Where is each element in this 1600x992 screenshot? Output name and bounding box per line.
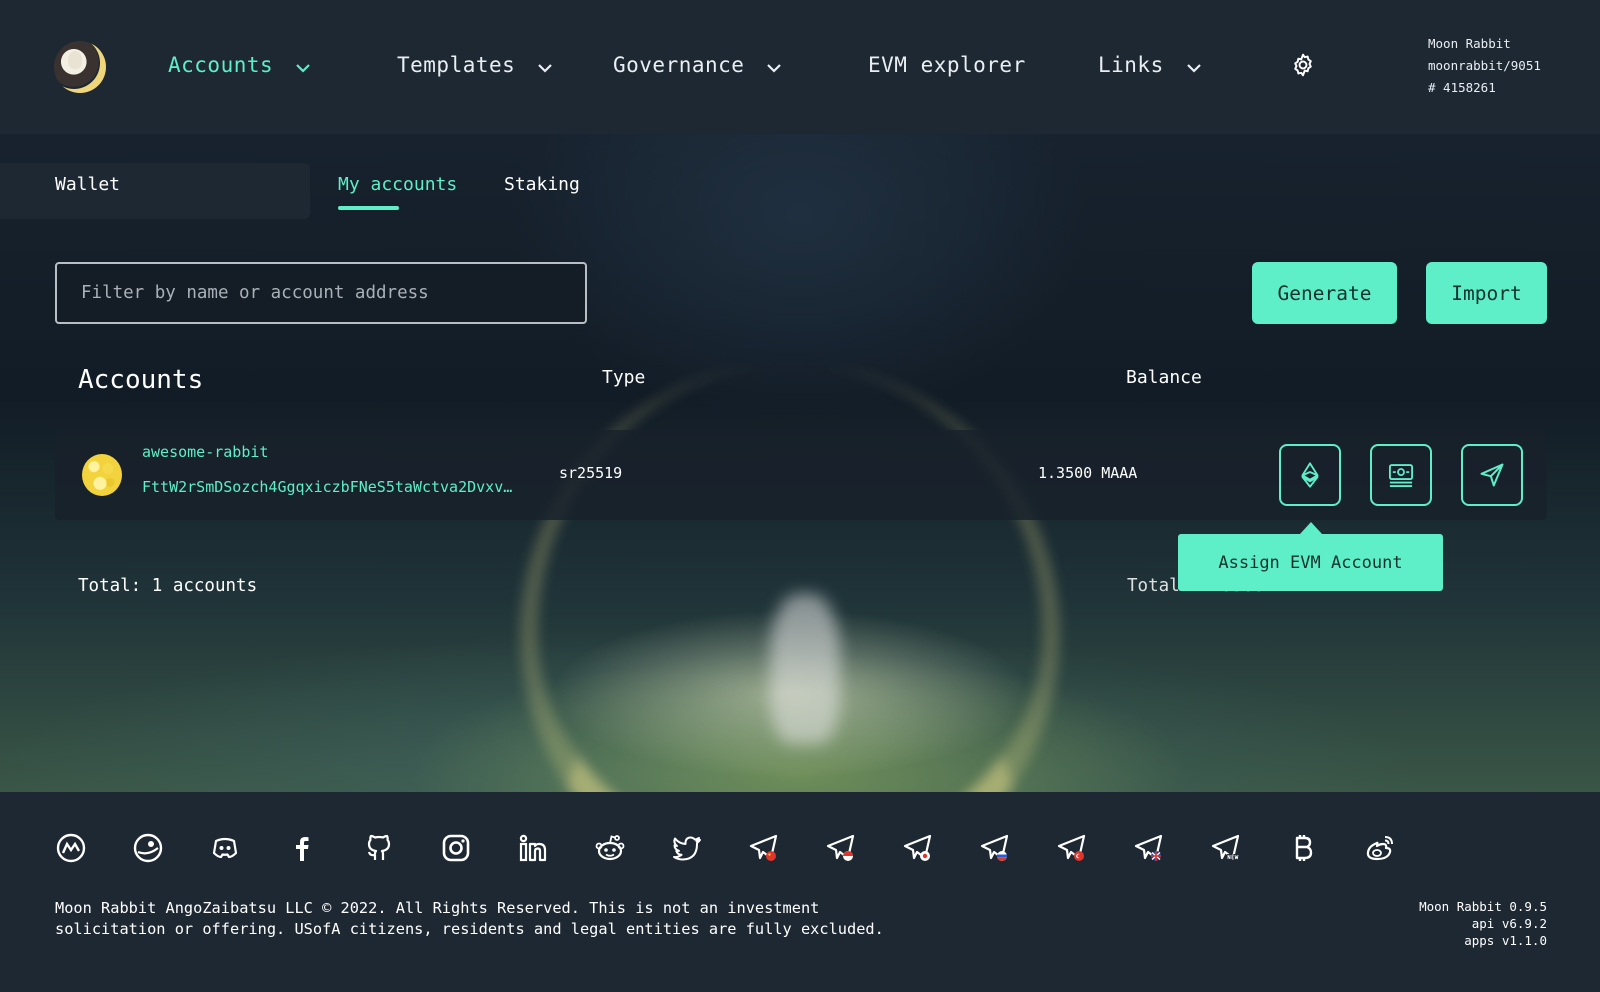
nav-governance-label: Governance xyxy=(613,53,745,77)
legal-line-2: solicitation or offering. USofA citizens… xyxy=(55,920,884,938)
main-content: Wallet My accounts Staking Generate Impo… xyxy=(0,134,1600,792)
legal-line-1: Moon Rabbit AngoZaibatsu LLC © 2022. All… xyxy=(55,899,820,917)
nav-templates-label: Templates xyxy=(397,53,516,77)
instagram-icon[interactable] xyxy=(440,832,472,864)
footer: Moon Rabbit AngoZaibatsu LLC © 2022. All… xyxy=(0,792,1600,992)
dashboard-icon xyxy=(1388,464,1414,488)
nav-governance[interactable]: Governance xyxy=(613,50,782,80)
filter-input[interactable] xyxy=(55,262,587,324)
account-name[interactable]: awesome-rabbit xyxy=(142,443,268,461)
twitter-icon[interactable] xyxy=(671,832,703,864)
telegram-ru-icon[interactable] xyxy=(979,832,1011,864)
coingecko-icon[interactable] xyxy=(132,832,164,864)
active-tab-indicator xyxy=(338,206,399,210)
account-balance: 1.3500 MAAA xyxy=(1038,464,1138,482)
chevron-down-icon xyxy=(295,57,311,73)
nav-evm-explorer-label: EVM explorer xyxy=(868,53,1026,77)
discord-icon[interactable] xyxy=(209,832,241,864)
nav-evm-explorer[interactable]: EVM explorer xyxy=(868,50,1026,80)
telegram-id-icon[interactable] xyxy=(825,832,857,864)
account-identicon[interactable] xyxy=(82,454,122,496)
account-type: sr25519 xyxy=(559,464,623,482)
background-rabbit-illustration xyxy=(770,594,840,744)
network-chain: moonrabbit/9051 xyxy=(1428,58,1541,73)
chevron-down-icon xyxy=(766,57,782,73)
table-row: awesome-rabbit FttW2rSmDSozch4GgqxiczbFN… xyxy=(55,430,1547,520)
telegram-cn-icon[interactable] xyxy=(748,832,780,864)
apps-version: apps v1.1.0 xyxy=(1464,933,1547,948)
column-header-type: Type xyxy=(602,367,646,388)
nav-accounts[interactable]: Accounts xyxy=(168,50,311,80)
gear-icon[interactable] xyxy=(1290,52,1316,78)
nav-links-label: Links xyxy=(1098,53,1164,77)
version-info: Moon Rabbit 0.9.5 api v6.9.2 apps v1.1.0 xyxy=(1419,898,1547,949)
tooltip-arrow xyxy=(1300,522,1322,534)
github-icon[interactable] xyxy=(363,832,395,864)
column-header-balance: Balance xyxy=(1126,367,1202,388)
network-info: Moon Rabbit moonrabbit/9051 # 4158261 xyxy=(1428,33,1541,99)
network-name: Moon Rabbit xyxy=(1428,36,1511,51)
chevron-down-icon xyxy=(537,57,553,73)
nav-templates[interactable]: Templates xyxy=(397,50,553,80)
tab-my-accounts[interactable]: My accounts xyxy=(338,174,457,195)
assign-evm-account-button[interactable] xyxy=(1279,444,1341,506)
block-number: # 4158261 xyxy=(1428,80,1496,95)
import-button[interactable]: Import xyxy=(1426,262,1547,324)
reddit-icon[interactable] xyxy=(594,832,626,864)
generate-button[interactable]: Generate xyxy=(1252,262,1397,324)
tab-staking[interactable]: Staking xyxy=(504,174,580,195)
linkedin-icon[interactable] xyxy=(517,832,549,864)
accounts-table-title: Accounts xyxy=(78,365,204,395)
nav-accounts-label: Accounts xyxy=(168,53,274,77)
telegram-news-icon[interactable] xyxy=(1210,832,1242,864)
coinmarketcap-icon[interactable] xyxy=(55,832,87,864)
nav-links[interactable]: Links xyxy=(1098,50,1202,80)
account-details-button[interactable] xyxy=(1370,444,1432,506)
telegram-uk-icon[interactable] xyxy=(1133,832,1165,864)
moon-rabbit-logo-icon[interactable] xyxy=(54,41,106,93)
account-address[interactable]: FttW2rSmDSozch4GgqxiczbFNeS5taWctva2Dvxv… xyxy=(142,478,532,496)
top-navigation-bar: Accounts Templates Governance EVM explor… xyxy=(0,0,1600,134)
wallet-section-panel xyxy=(0,163,310,219)
telegram-jp-icon[interactable] xyxy=(902,832,934,864)
chevron-down-icon xyxy=(1186,57,1202,73)
bitcoin-icon[interactable] xyxy=(1287,832,1319,864)
send-icon xyxy=(1480,463,1504,487)
weibo-icon[interactable] xyxy=(1364,832,1396,864)
legal-notice: Moon Rabbit AngoZaibatsu LLC © 2022. All… xyxy=(55,898,884,940)
assign-evm-account-tooltip: Assign EVM Account xyxy=(1178,534,1443,591)
facebook-icon[interactable] xyxy=(286,832,318,864)
social-links xyxy=(55,832,1396,864)
send-funds-button[interactable] xyxy=(1461,444,1523,506)
telegram-tr-icon[interactable] xyxy=(1056,832,1088,864)
total-accounts: Total: 1 accounts xyxy=(78,576,258,596)
app-version: Moon Rabbit 0.9.5 xyxy=(1419,899,1547,914)
ethereum-icon xyxy=(1301,462,1319,488)
wallet-section-label: Wallet xyxy=(55,174,121,195)
api-version: api v6.9.2 xyxy=(1471,916,1547,931)
